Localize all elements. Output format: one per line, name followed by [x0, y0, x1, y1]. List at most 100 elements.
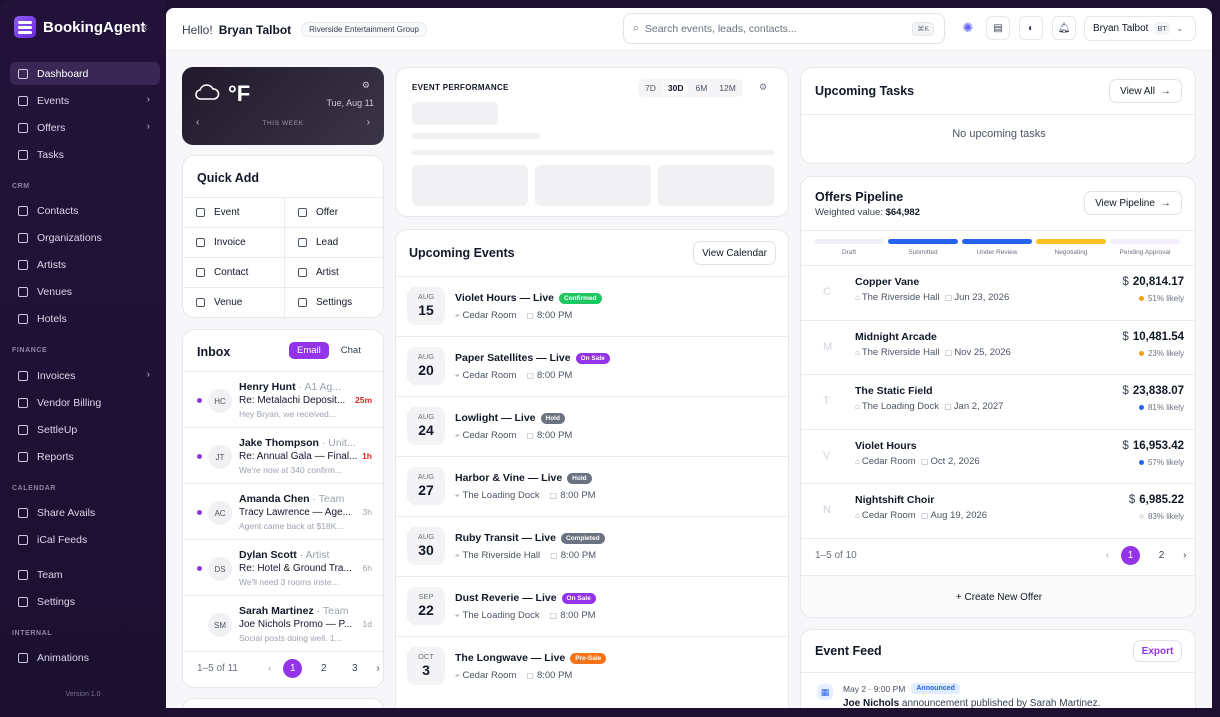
chevron-left-icon[interactable]: ‹ [268, 663, 271, 674]
quick-add-contact[interactable]: Contact [183, 257, 284, 287]
event-date-tile: AUG 27 [407, 467, 445, 505]
avatar: HC [208, 389, 232, 413]
offer-row[interactable]: N Nightshift Choir ⌂ Cedar Room ▢ Aug 19, 20… [801, 483, 1195, 538]
chevron-right-icon[interactable]: › [376, 663, 379, 674]
offer-meta: ⌂ The Loading Dock ▢ Jan 2, 2027 [855, 401, 1004, 413]
sidebar-item-invoices[interactable]: Invoices › [10, 364, 160, 387]
pipeline-stage[interactable]: Submitted [888, 239, 958, 256]
layout-icon[interactable]: ▤ [986, 16, 1010, 40]
sidebar-item-offers[interactable]: Offers › [10, 116, 160, 139]
offer-row[interactable]: M Midnight Arcade ⌂ The Riverside Hall ▢ Nov… [801, 319, 1195, 375]
sidebar-item-ical-feeds[interactable]: iCal Feeds [10, 528, 160, 551]
avatar: BT [1154, 22, 1170, 35]
brand[interactable]: BookingAgent [14, 16, 146, 38]
calendar-icon [18, 95, 28, 106]
upcoming-tasks-card: Upcoming Tasks View All → No upcoming tas… [800, 67, 1196, 164]
ai-sparkle-icon[interactable]: ✺ [956, 16, 980, 40]
film-icon [18, 652, 28, 663]
page-2-button[interactable]: 2 [314, 659, 333, 678]
sidebar-item-vendor-billing[interactable]: Vendor Billing [10, 391, 160, 414]
view-calendar-button[interactable]: View Calendar [693, 241, 776, 265]
event-row[interactable]: AUG 24 Lowlight — Live Hold ⌖ Cedar Room ▢ 8:00… [396, 396, 788, 456]
message-time: 25m [354, 395, 372, 405]
offer-initial: V [823, 449, 831, 462]
tab-email[interactable]: Email [289, 342, 329, 359]
inbox-message[interactable]: DS Dylan Scott · Artist Re: Hotel & Ground… [183, 539, 383, 595]
chevron-right-icon[interactable]: › [367, 117, 370, 128]
page-3-button[interactable]: 3 [345, 659, 364, 678]
sidebar-item-events[interactable]: Events › [10, 89, 160, 112]
view-all-button[interactable]: View All → [1109, 79, 1182, 103]
quick-add-card: Quick Add Event Offer Invoice Lead Conta… [182, 155, 384, 318]
quick-add-lead[interactable]: Lead [284, 227, 383, 257]
pipeline-stage[interactable]: Pending Approval [1110, 239, 1180, 256]
status-badge: Pre-Sale [570, 652, 607, 664]
page-2-button[interactable]: 2 [1152, 546, 1171, 565]
page-1-button[interactable]: 1 [1121, 546, 1141, 565]
quick-add-artist[interactable]: Artist [284, 257, 383, 287]
sidebar-item-venues[interactable]: Venues [10, 280, 160, 303]
range-7d[interactable]: 7D [640, 81, 661, 95]
weather-settings-icon[interactable]: ⚙ [362, 80, 370, 91]
range-6m[interactable]: 6M [690, 81, 712, 95]
offer-likelihood: 51% likely [1138, 294, 1184, 303]
offer-row[interactable]: T The Static Field ⌂ The Loading Dock ▢ Jan … [801, 374, 1195, 429]
collapse-sidebar-icon[interactable]: « [141, 20, 148, 34]
tab-chat[interactable]: Chat [333, 342, 369, 359]
quick-add-venue[interactable]: Venue [183, 287, 284, 317]
sidebar-item-reports[interactable]: Reports [10, 445, 160, 468]
main-content: Hello! Bryan Talbot Riverside Entertainm… [166, 8, 1212, 708]
sidebar-item-settleup[interactable]: SettleUp [10, 418, 160, 441]
sidebar-item-artists[interactable]: Artists [10, 253, 160, 276]
pipeline-stage[interactable]: Under Review [962, 239, 1032, 256]
sidebar-item-hotels[interactable]: Hotels [10, 307, 160, 330]
quick-add-settings[interactable]: Settings [284, 287, 383, 317]
create-new-offer-button[interactable]: + Create New Offer [801, 575, 1195, 617]
quick-add-invoice[interactable]: Invoice [183, 227, 284, 257]
sidebar-item-share-avails[interactable]: Share Avails [10, 501, 160, 524]
inbox-message[interactable]: SM Sarah Martinez · Team Joe Nichols Promo… [183, 595, 383, 651]
range-30d[interactable]: 30D [662, 81, 689, 95]
pipeline-stage[interactable]: Draft [814, 239, 884, 256]
sidebar-item-settings[interactable]: Settings [10, 590, 160, 613]
bell-icon[interactable]: 🔔︎ [1052, 16, 1076, 40]
chevron-left-icon[interactable]: ‹ [1106, 550, 1109, 561]
inbox-message[interactable]: JT Jake Thompson · Unit... Re: Annual Gala… [183, 427, 383, 483]
sidebar-item-tasks[interactable]: Tasks [10, 143, 160, 166]
user-menu[interactable]: Bryan Talbot BT ⌄ [1084, 16, 1196, 41]
event-row[interactable]: AUG 20 Paper Satellites — Live On Sale ⌖ Ceda… [396, 336, 788, 396]
event-row[interactable]: AUG 27 Harbor & Vine — Live Hold ⌖ The Loadin… [396, 456, 788, 516]
view-pipeline-button[interactable]: View Pipeline → [1084, 191, 1182, 215]
inbox-message[interactable]: HC Henry Hunt · A1 Ag... Re: Metalachi Dep… [183, 371, 383, 427]
pipeline-stage[interactable]: Negotiating [1036, 239, 1106, 256]
event-row[interactable]: AUG 15 Violet Hours — Live Confirmed ⌖ Cedar … [396, 276, 788, 336]
export-button[interactable]: Export [1133, 640, 1182, 662]
sidebar-item-organizations[interactable]: Organizations [10, 226, 160, 249]
sender-name: Amanda Chen · Team [239, 493, 345, 505]
sidebar-item-contacts[interactable]: Contacts [10, 199, 160, 222]
location-pin-icon: ⌖ [455, 431, 460, 440]
org-badge[interactable]: Riverside Entertainment Group [301, 22, 427, 37]
inbox-pagination: 1–5 of 11 ‹ 1 2 3 › [197, 659, 380, 678]
event-meta: ⌖ Cedar Room ▢ 8:00 PM [455, 430, 573, 441]
page-1-button[interactable]: 1 [283, 659, 303, 678]
inbox-card: Inbox Email Chat HC Henry Hunt · A1 Ag...… [182, 329, 384, 688]
sidebar-item-team[interactable]: Team [10, 563, 160, 586]
inbox-message[interactable]: AC Amanda Chen · Team Tracy Lawrence — Age… [183, 483, 383, 539]
offer-row[interactable]: C Copper Vane ⌂ The Riverside Hall ▢ Jun 23,… [801, 265, 1195, 320]
chevron-right-icon[interactable]: › [1183, 550, 1186, 561]
event-row[interactable]: AUG 30 Ruby Transit — Live Completed ⌖ The Ri… [396, 516, 788, 576]
performance-settings-icon[interactable]: ⚙ [759, 82, 767, 93]
sidebar-item-animations[interactable]: Animations [10, 646, 160, 669]
range-12m[interactable]: 12M [714, 81, 741, 95]
quick-add-event[interactable]: Event [183, 197, 284, 227]
sidebar-item-dashboard[interactable]: Dashboard [10, 62, 160, 85]
event-row[interactable]: SEP 22 Dust Reverie — Live On Sale ⌖ The Load… [396, 576, 788, 636]
chevron-down-icon: ⌄ [1176, 23, 1184, 33]
offer-row[interactable]: V Violet Hours ⌂ Cedar Room ▢ Oct 2, 2026 $16… [801, 428, 1195, 484]
search-input[interactable]: ⌕ Search events, leads, contacts... ⌘K [623, 13, 945, 44]
calendar-icon: ▦ [817, 684, 833, 700]
event-row[interactable]: OCT 3 The Longwave — Live Pre-Sale ⌖ Cedar Ro… [396, 636, 788, 696]
palette-icon[interactable]: ◐ [1019, 16, 1043, 40]
quick-add-offer[interactable]: Offer [284, 197, 383, 227]
